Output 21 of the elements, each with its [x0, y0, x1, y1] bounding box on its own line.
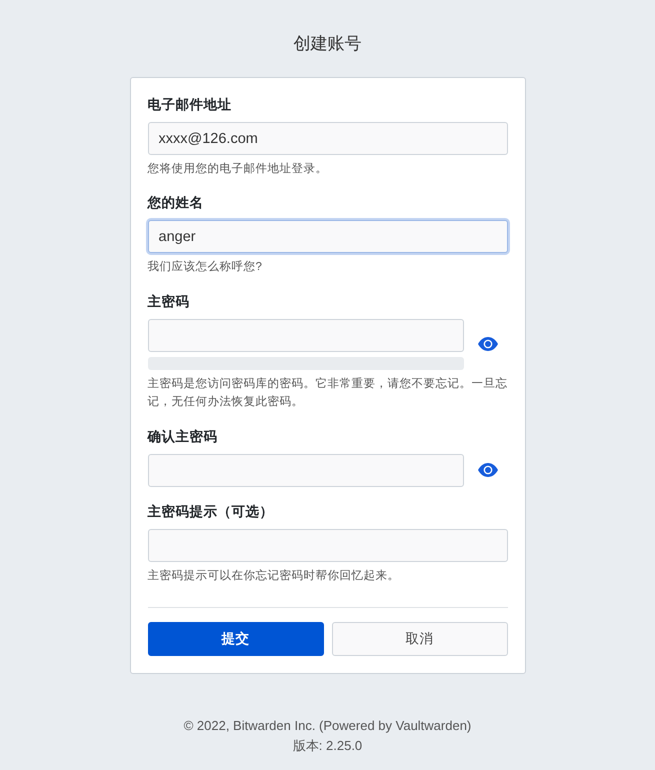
- input-field[interactable]: anger: [148, 220, 508, 254]
- field-label: 确认主密码: [148, 428, 218, 446]
- password-field[interactable]: [148, 318, 464, 352]
- submit-button[interactable]: 提交: [148, 622, 324, 656]
- field-label: 主密码: [148, 292, 190, 311]
- help-text: 我们应该怎么称呼您?: [148, 259, 263, 276]
- help-text: 您将使用您的电子邮件地址登录。: [148, 162, 328, 177]
- field-label: 您的姓名: [148, 194, 204, 212]
- input-field[interactable]: [148, 528, 508, 562]
- help-text: 主密码提示可以在你忘记密码时帮你回忆起来。: [148, 568, 400, 584]
- input-field[interactable]: xxxx@126.com: [148, 122, 508, 155]
- help-text: 主密码是您访问密码库的密码。它非常重要，请您不要忘记。一旦忘记，无任何办法恢复此密码。: [148, 376, 508, 410]
- cancel-button[interactable]: 取消: [332, 622, 508, 656]
- show-password-icon[interactable]: [478, 463, 498, 478]
- footer-text: 版本: 2.25.0: [292, 736, 362, 755]
- page-title: 创建账号: [294, 33, 362, 55]
- show-password-icon[interactable]: [478, 337, 498, 352]
- footer-text: © 2022, Bitwarden Inc. (Powered by Vaultwarden): [184, 718, 472, 733]
- password-field[interactable]: [148, 454, 464, 487]
- field-label: 主密码提示（可选）: [148, 502, 274, 521]
- field-label: 电子邮件地址: [148, 96, 232, 114]
